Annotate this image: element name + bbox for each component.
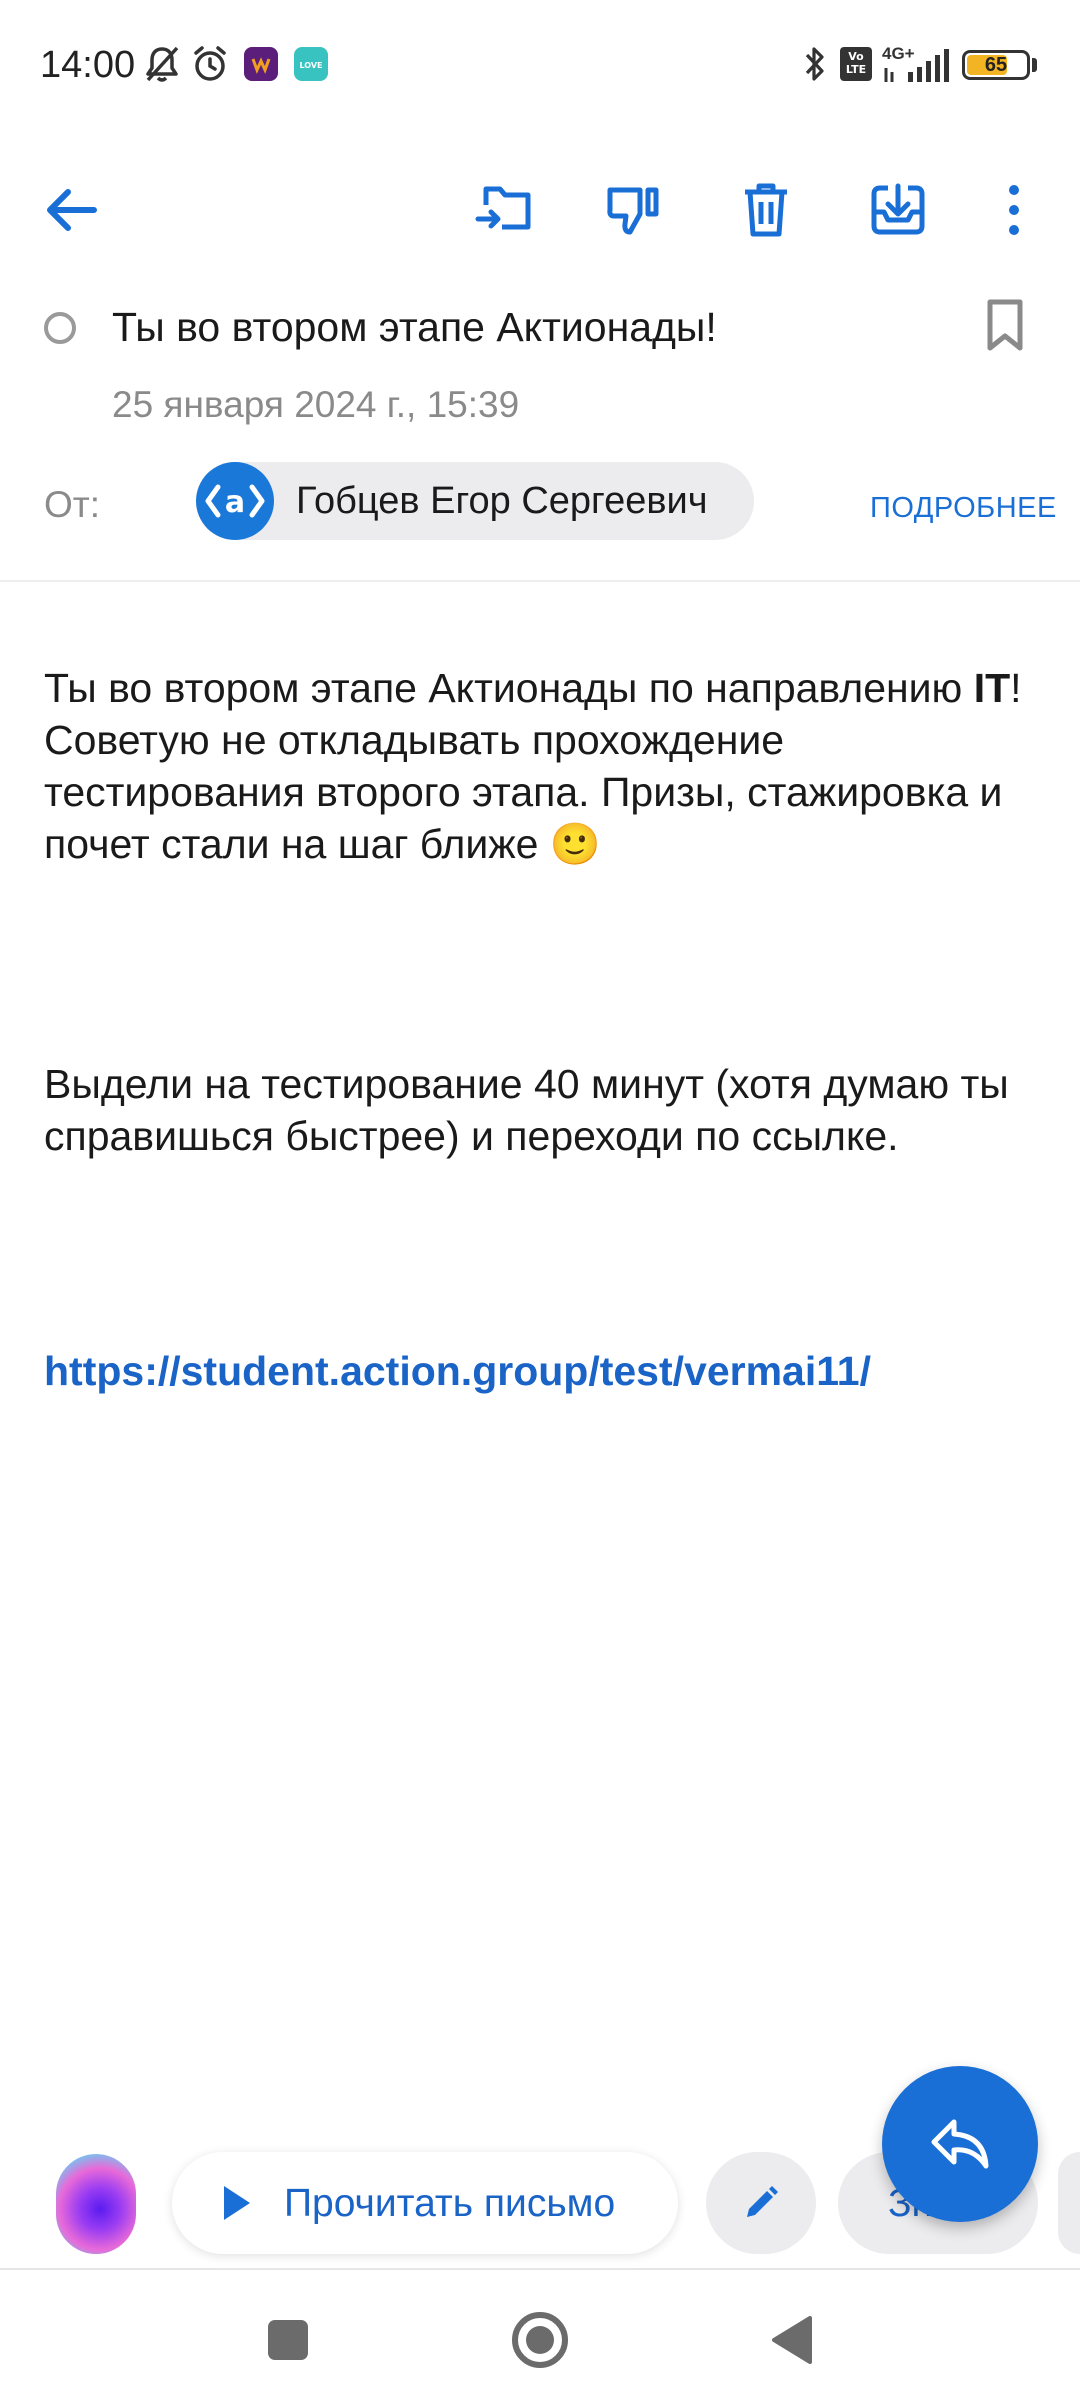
sender-avatar: a: [196, 462, 274, 540]
back-arrow-icon: [47, 189, 97, 231]
svg-text:a: a: [225, 485, 245, 520]
mail-body-paragraph-2: Выдели на тестирование 40 минут (хотя ду…: [44, 1061, 1009, 1159]
suggestion-chip-next[interactable]: [1058, 2152, 1080, 2254]
mail-toolbar: [0, 150, 1080, 260]
voice-assistant-button[interactable]: [56, 2154, 136, 2254]
read-aloud-label: Прочитать письмо: [284, 2182, 616, 2225]
more-vertical-icon: [1009, 185, 1019, 235]
battery-level: 65: [984, 54, 1008, 76]
pencil-icon: [747, 2186, 778, 2217]
mail-date: 25 января 2024 г., 15:39: [112, 384, 520, 425]
bell-muted-icon: [142, 42, 182, 86]
details-link[interactable]: ПОДРОБНЕЕ: [870, 492, 1057, 525]
reply-button[interactable]: [882, 2066, 1038, 2222]
smile-emoji-icon: 🙂: [549, 820, 601, 868]
sender-name: Гобцев Егор Сергеевич: [296, 480, 708, 522]
body-text-bold: IT: [973, 665, 1011, 711]
trash-icon: [745, 183, 787, 237]
home-circle-icon: [512, 2312, 568, 2368]
play-icon: [224, 2186, 250, 2220]
more-options-button[interactable]: [984, 170, 1044, 250]
archive-download-icon: [871, 183, 925, 235]
network-type-label: 4G+: [882, 44, 915, 63]
test-link[interactable]: https://student.action.group/test/vermai…: [44, 1348, 871, 1395]
body-text-part: Ты во втором этапе Актионады по направле…: [44, 665, 974, 711]
nav-divider: [0, 2268, 1080, 2270]
app-icon-wildberries: [244, 47, 278, 81]
alarm-icon: [188, 42, 232, 86]
reply-icon: [931, 2119, 989, 2169]
battery-icon: 65: [962, 50, 1030, 80]
recents-button[interactable]: [248, 2300, 328, 2380]
battery-tip: [1032, 58, 1037, 72]
mail-subject: Ты во втором этапе Актионады!: [112, 304, 717, 350]
recents-square-icon: [268, 2320, 308, 2360]
move-to-folder-icon: [475, 186, 531, 230]
sender-logo-icon: a: [205, 484, 265, 520]
header-divider: [0, 580, 1080, 582]
sender-chip[interactable]: a Гобцев Егор Сергеевич: [196, 462, 754, 540]
volte-label: Vo LTE: [840, 47, 872, 81]
mail-body-paragraph-1: Ты во втором этапе Актионады по направле…: [44, 662, 1044, 870]
spam-dislike-icon: [607, 187, 659, 235]
back-button[interactable]: [30, 170, 110, 250]
home-button[interactable]: [500, 2300, 580, 2380]
signal-icon: 4G+: [878, 42, 958, 86]
edit-button[interactable]: [706, 2152, 816, 2254]
back-triangle-icon: [772, 2316, 812, 2364]
status-time: 14:00: [40, 44, 136, 86]
spam-button[interactable]: [594, 170, 674, 250]
svg-text:LOVE: LOVE: [299, 61, 322, 70]
archive-button[interactable]: [858, 170, 938, 250]
volte-icon: Vo LTE: [838, 42, 874, 86]
app-icon-love: LOVE: [294, 47, 328, 81]
move-to-folder-button[interactable]: [464, 170, 544, 250]
status-bar: 14:00 LOVE Vo LTE 4G+ 65: [0, 0, 1080, 130]
delete-button[interactable]: [726, 170, 806, 250]
nav-back-button[interactable]: [752, 2300, 832, 2380]
bluetooth-icon: [800, 42, 830, 86]
bookmark-button[interactable]: [980, 298, 1030, 358]
unread-status-icon[interactable]: [44, 312, 76, 344]
from-label: От:: [44, 484, 101, 525]
bookmark-icon: [987, 299, 1023, 351]
read-aloud-button[interactable]: Прочитать письмо: [172, 2152, 678, 2254]
